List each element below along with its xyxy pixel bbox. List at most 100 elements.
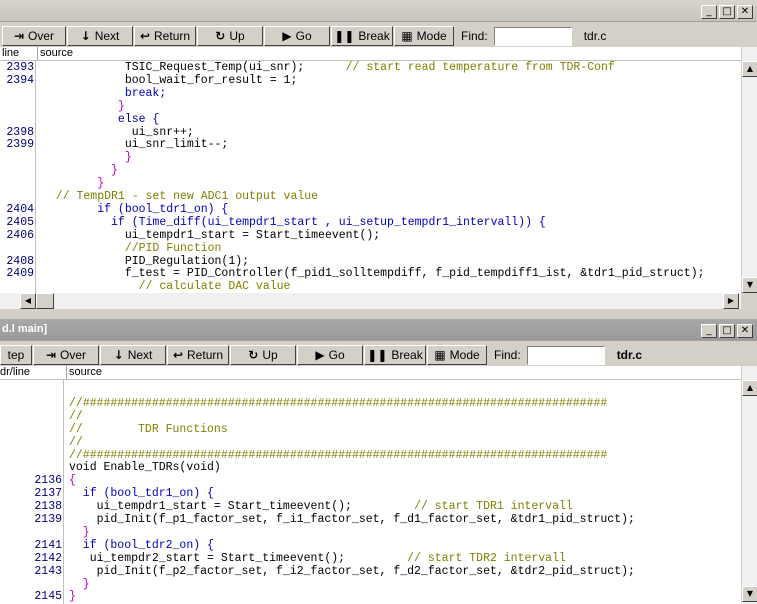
- code-token: // TDR Functions: [69, 422, 228, 436]
- toolbar-button-tep[interactable]: tep: [0, 345, 32, 365]
- toolbar-button-up[interactable]: ↻ Up: [230, 345, 296, 365]
- top-toolbar: ⇥ Over ↓ Next ↩ Return ↻ Up ▶ Go ❚❚ Break ▦ Mode Find:…: [0, 25, 757, 47]
- code-line[interactable]: 2408 PID_Regulation(1);: [0, 255, 741, 268]
- top-vertical-scrollbar[interactable]: ▲ ▼: [741, 47, 757, 293]
- code-token: // start TDR1 intervall: [414, 500, 573, 514]
- code-line[interactable]: }: [0, 526, 741, 539]
- code-line[interactable]: 2405 if (Time_diff(ui_tempdr1_start , ui…: [0, 216, 741, 229]
- code-line[interactable]: 2398 ui_snr++;: [0, 126, 741, 139]
- code-line[interactable]: void Enable_TDRs(void): [0, 461, 741, 474]
- top-code-view[interactable]: 2393 TSIC_Request_Temp(ui_snr); // start…: [0, 61, 741, 293]
- code-token: // start TDR2 intervall: [407, 551, 566, 565]
- up-icon: ↻: [248, 348, 259, 362]
- scroll-right-icon[interactable]: ▶: [723, 293, 739, 309]
- code-line[interactable]: 2138 ui_tempdr1_start = Start_timeevent(…: [0, 500, 741, 513]
- code-line[interactable]: }: [0, 177, 741, 190]
- code-line[interactable]: //######################################…: [0, 397, 741, 410]
- bottom-code-view[interactable]: //######################################…: [0, 380, 741, 604]
- code-token: }: [42, 164, 118, 178]
- toolbar-button-next[interactable]: ↓ Next: [67, 26, 133, 46]
- close-icon[interactable]: ✕: [737, 324, 753, 338]
- code-line[interactable]: }: [0, 164, 741, 177]
- code-line[interactable]: 2141 if (bool_tdr2_on) {: [0, 539, 741, 552]
- code-token: }: [69, 577, 90, 591]
- code-line[interactable]: break;: [0, 87, 741, 100]
- toolbar-button-up[interactable]: ↻ Up: [197, 26, 263, 46]
- toolbar-button-go[interactable]: ▶ Go: [264, 26, 330, 46]
- code-line[interactable]: 2142 ui_tempdr2_start = Start_timeevent(…: [0, 552, 741, 565]
- top-title-bar[interactable]: _ □ ✕: [0, 0, 757, 22]
- find-input[interactable]: [526, 345, 605, 365]
- code-line[interactable]: //: [0, 436, 741, 449]
- source-column-header: source: [69, 366, 103, 378]
- code-line[interactable]: else {: [0, 113, 741, 126]
- toolbar-button-go[interactable]: ▶ Go: [297, 345, 363, 365]
- code-token: ui_snr++;: [42, 125, 194, 139]
- toolbar-button-over[interactable]: ⇥ Over: [33, 345, 99, 365]
- maximize-icon[interactable]: □: [719, 324, 735, 338]
- toolbar-button-return[interactable]: ↩ Return: [167, 345, 229, 365]
- scroll-up-icon[interactable]: ▲: [742, 61, 757, 77]
- code-token: ui_tempdr1_start = Start_timeevent();: [69, 500, 415, 514]
- code-line[interactable]: 2404 if (bool_tdr1_on) {: [0, 203, 741, 216]
- bottom-source-window: d.l main] _ □ ✕ tep ⇥ Over ↓ Next ↩ Return ↻ Up ▶…: [0, 319, 757, 604]
- scroll-down-icon[interactable]: ▼: [742, 277, 757, 293]
- bottom-title-bar[interactable]: d.l main] _ □ ✕: [0, 319, 757, 341]
- code-line[interactable]: 2145}: [0, 590, 741, 603]
- code-line[interactable]: }: [0, 151, 741, 164]
- scroll-down-icon[interactable]: ▼: [742, 586, 757, 602]
- code-line[interactable]: // calculate DAC value: [0, 280, 741, 293]
- file-name: tdr.c: [583, 29, 607, 43]
- bottom-toolbar: tep ⇥ Over ↓ Next ↩ Return ↻ Up ▶ Go ❚❚ Break ▦ Mode Fi…: [0, 344, 757, 366]
- find-label: Find:: [494, 348, 521, 362]
- toolbar-button-label: Go: [328, 348, 345, 362]
- code-token: if (bool_tdr2_on) {: [69, 538, 214, 552]
- close-icon[interactable]: ✕: [737, 5, 753, 19]
- code-line[interactable]: //######################################…: [0, 449, 741, 462]
- toolbar-button-mode[interactable]: ▦ Mode: [427, 345, 487, 365]
- minimize-icon[interactable]: _: [701, 324, 717, 338]
- minimize-icon[interactable]: _: [701, 5, 717, 19]
- toolbar-button-over[interactable]: ⇥ Over: [2, 26, 66, 46]
- line-number: 2141: [34, 538, 62, 552]
- file-name: tdr.c: [616, 348, 643, 362]
- toolbar-button-next[interactable]: ↓ Next: [100, 345, 166, 365]
- toolbar-button-return[interactable]: ↩ Return: [134, 26, 196, 46]
- code-line[interactable]: 2136 {: [0, 474, 741, 487]
- find-input[interactable]: [493, 26, 572, 46]
- code-line[interactable]: [0, 384, 741, 397]
- code-line[interactable]: 2143 pid_Init(f_p2_factor_set, f_i2_fact…: [0, 565, 741, 578]
- code-line[interactable]: 2393 TSIC_Request_Temp(ui_snr); // start…: [0, 61, 741, 74]
- code-line[interactable]: 2394 bool_wait_for_result = 1;: [0, 74, 741, 87]
- scroll-up-icon[interactable]: ▲: [742, 380, 757, 396]
- line-number: 2404: [6, 202, 34, 216]
- find-label: Find:: [461, 29, 488, 43]
- scroll-left-icon[interactable]: ◀: [20, 293, 36, 309]
- code-line[interactable]: }: [0, 100, 741, 113]
- code-line[interactable]: 2139 pid_Init(f_p1_factor_set, f_i1_fact…: [0, 513, 741, 526]
- toolbar-button-break[interactable]: ❚❚ Break: [331, 26, 393, 46]
- line-number: 2406: [6, 228, 34, 242]
- bottom-column-header: dr/line source: [0, 366, 741, 380]
- step-over-icon: ⇥: [45, 348, 57, 362]
- code-line[interactable]: 2409 f_test = PID_Controller(f_pid1_soll…: [0, 267, 741, 280]
- top-horizontal-scrollbar[interactable]: ◀ ▶: [0, 293, 741, 309]
- code-line[interactable]: //: [0, 410, 741, 423]
- line-number: 2398: [6, 125, 34, 139]
- toolbar-button-mode[interactable]: ▦ Mode: [394, 26, 454, 46]
- code-token: //: [69, 435, 83, 449]
- go-icon: ▶: [315, 348, 325, 362]
- code-line[interactable]: // TDR Functions: [0, 423, 741, 436]
- line-number: 2393: [6, 61, 34, 74]
- toolbar-button-break[interactable]: ❚❚ Break: [364, 345, 426, 365]
- code-line[interactable]: 2137 if (bool_tdr1_on) {: [0, 487, 741, 500]
- bottom-vertical-scrollbar[interactable]: ▲ ▼: [741, 366, 757, 604]
- code-line[interactable]: // TempDR1 - set new ADC1 output value: [0, 190, 741, 203]
- line-column-header: dr/line: [0, 366, 30, 378]
- code-line[interactable]: 2406 ui_tempdr1_start = Start_timeevent(…: [0, 229, 741, 242]
- scroll-thumb[interactable]: [36, 293, 54, 309]
- maximize-icon[interactable]: □: [719, 5, 735, 19]
- code-line[interactable]: //PID Function: [0, 242, 741, 255]
- code-line[interactable]: }: [0, 578, 741, 591]
- code-line[interactable]: 2399 ui_snr_limit--;: [0, 138, 741, 151]
